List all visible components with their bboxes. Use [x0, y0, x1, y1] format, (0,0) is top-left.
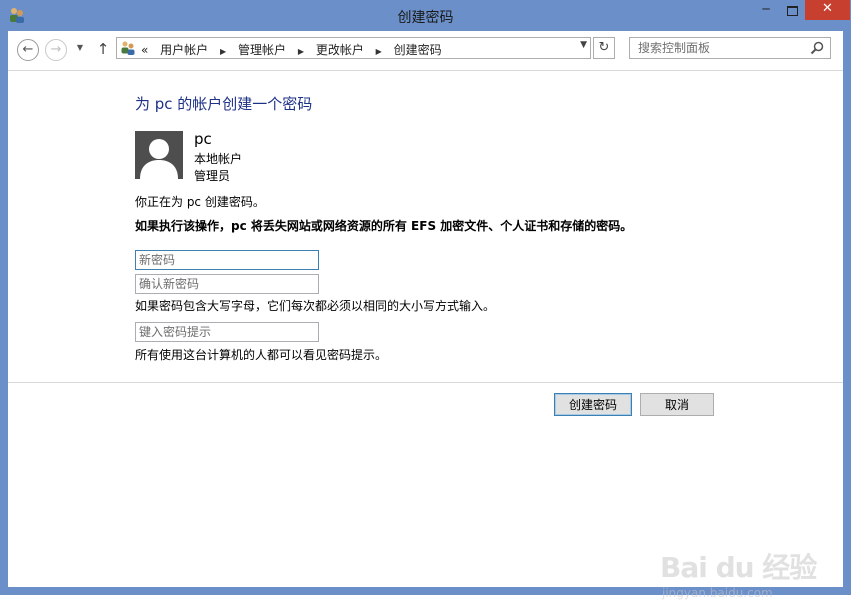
close-button[interactable]: ✕	[805, 0, 850, 20]
address-history-chevron-icon[interactable]: ▼	[580, 40, 587, 50]
up-button[interactable]: ↑	[95, 39, 111, 59]
new-password-input[interactable]	[139, 252, 317, 268]
breadcrumb-manage-accounts[interactable]: 管理帐户	[238, 41, 286, 58]
forward-arrow-icon: →	[50, 42, 62, 57]
account-type: 本地帐户	[194, 152, 243, 166]
minimize-button[interactable]: ─	[753, 0, 779, 20]
divider	[8, 382, 843, 383]
close-icon: ✕	[822, 1, 833, 16]
password-hint-input[interactable]	[139, 324, 317, 340]
breadcrumb-change-account[interactable]: 更改帐户	[316, 41, 364, 58]
back-arrow-icon: ←	[22, 42, 34, 57]
hint-visibility-note: 所有使用这台计算机的人都可以看见密码提示。	[135, 348, 388, 362]
chevron-right-icon[interactable]: ▶	[298, 47, 304, 56]
back-button[interactable]: ←	[17, 39, 39, 61]
search-input[interactable]	[638, 40, 808, 56]
search-icon[interactable]	[810, 41, 824, 55]
watermark-logo-text: Bai du 经验	[660, 551, 817, 584]
user-name: pc	[194, 130, 212, 148]
search-box[interactable]	[629, 37, 831, 59]
maximize-button[interactable]	[779, 0, 805, 20]
confirm-password-field[interactable]	[135, 274, 319, 294]
user-silhouette-icon	[140, 139, 178, 179]
create-password-button[interactable]: 创建密码	[554, 393, 632, 416]
window-frame: 创建密码 ─ ✕ ← → ▼ ↑ « 用户帐户 ▶ 管理帐户 ▶ 更改帐户 ▶ …	[0, 0, 851, 600]
warning-message: 如果执行该操作，pc 将丢失网站或网络资源的所有 EFS 加密文件、个人证书和存…	[135, 219, 633, 233]
page-title: 为 pc 的帐户创建一个密码	[135, 95, 313, 113]
breadcrumb[interactable]: « 用户帐户 ▶ 管理帐户 ▶ 更改帐户 ▶ 创建密码 ▼	[116, 37, 591, 59]
case-sensitivity-note: 如果密码包含大写字母，它们每次都必须以相同的大小写方式输入。	[135, 299, 496, 313]
confirm-password-input[interactable]	[139, 276, 317, 292]
window-title: 创建密码	[397, 10, 454, 26]
password-hint-field[interactable]	[135, 322, 319, 342]
user-accounts-icon	[121, 41, 135, 55]
watermark-url: jingyan.baidu.com	[662, 586, 773, 600]
refresh-button[interactable]: ↻	[593, 37, 615, 59]
info-message: 你正在为 pc 创建密码。	[135, 195, 265, 209]
recent-locations-dropdown[interactable]: ▼	[74, 42, 86, 54]
divider	[8, 70, 843, 71]
minimize-icon: ─	[762, 2, 770, 16]
baidu-watermark: Bai du 经验 jingyan.baidu.com	[658, 546, 818, 608]
new-password-field[interactable]	[135, 250, 319, 270]
maximize-icon	[786, 6, 798, 16]
chevron-right-icon[interactable]: ▶	[376, 47, 382, 56]
breadcrumb-items: « 用户帐户 ▶ 管理帐户 ▶ 更改帐户 ▶ 创建密码	[141, 41, 442, 58]
cancel-button[interactable]: 取消	[640, 393, 714, 416]
breadcrumb-create-password[interactable]: 创建密码	[394, 41, 442, 58]
address-bar: ← → ▼ ↑ « 用户帐户 ▶ 管理帐户 ▶ 更改帐户 ▶ 创建密码 ▼ ↻ …	[8, 31, 843, 70]
breadcrumb-user-accounts[interactable]: 用户帐户	[160, 41, 208, 58]
up-arrow-icon: ↑	[96, 40, 110, 58]
account-role: 管理员	[194, 169, 231, 183]
chevron-right-icon[interactable]: ▶	[220, 47, 226, 56]
client-area: ← → ▼ ↑ « 用户帐户 ▶ 管理帐户 ▶ 更改帐户 ▶ 创建密码 ▼ ↻ …	[8, 31, 843, 600]
forward-button[interactable]: →	[45, 39, 67, 61]
breadcrumb-overflow[interactable]: «	[141, 43, 148, 57]
avatar	[135, 131, 183, 179]
chevron-down-icon: ▼	[76, 43, 84, 52]
refresh-icon: ↻	[598, 40, 610, 55]
title-bar[interactable]: 创建密码 ─ ✕	[0, 0, 851, 31]
